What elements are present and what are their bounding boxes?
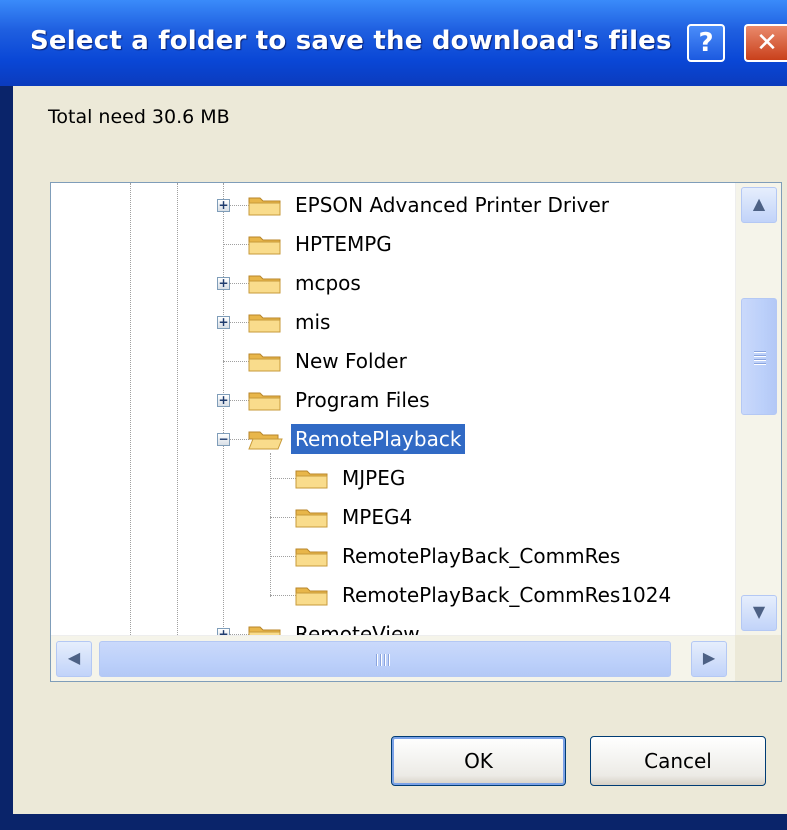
tree-item-label[interactable]: EPSON Advanced Printer Driver — [291, 190, 613, 220]
tree-item-label-selected[interactable]: RemotePlayback — [291, 424, 466, 454]
expand-toggle[interactable]: + — [217, 628, 230, 635]
tree-item-label[interactable]: RemotePlayBack_CommRes1024 — [338, 580, 675, 610]
folder-icon — [295, 548, 328, 567]
collapse-toggle[interactable]: − — [217, 433, 230, 446]
help-button[interactable]: ? — [687, 24, 725, 62]
cancel-button[interactable]: Cancel — [590, 736, 766, 786]
horizontal-scrollbar[interactable]: ◀ ▶ — [51, 635, 781, 681]
tree-connector — [270, 595, 296, 596]
folder-icon — [248, 626, 281, 635]
window-title: Select a folder to save the download's f… — [30, 26, 672, 56]
thumb-grip — [754, 359, 766, 361]
thumb-grip — [754, 363, 766, 365]
scrollbar-corner — [735, 635, 781, 681]
vertical-scrollbar[interactable]: ▲ ▼ — [735, 183, 781, 635]
tree-guide-line — [270, 453, 271, 597]
title-bar[interactable]: Select a folder to save the download's f… — [0, 0, 787, 86]
dialog-window: Select a folder to save the download's f… — [0, 0, 787, 830]
vertical-scroll-thumb[interactable] — [741, 298, 777, 415]
window-frame-left — [0, 86, 13, 830]
scroll-up-button[interactable]: ▲ — [741, 187, 777, 223]
thumb-grip — [754, 355, 766, 357]
total-need-label: Total need 30.6 MB — [48, 106, 230, 128]
thumb-grip — [754, 351, 766, 353]
expand-toggle[interactable]: + — [217, 394, 230, 407]
scroll-down-button[interactable]: ▼ — [741, 595, 777, 631]
folder-tree-content: + EPSON Advanced Printer Driver HPTEMPG … — [51, 183, 735, 635]
expand-toggle[interactable]: + — [217, 316, 230, 329]
tree-connector — [270, 556, 296, 557]
folder-open-icon — [248, 431, 283, 450]
tree-item-label[interactable]: HPTEMPG — [291, 229, 396, 259]
tree-connector — [223, 361, 249, 362]
tree-connector — [270, 517, 296, 518]
thumb-grip — [384, 654, 386, 666]
folder-icon — [248, 197, 281, 216]
tree-item-label[interactable]: MPEG4 — [338, 502, 416, 532]
ok-button[interactable]: OK — [391, 736, 566, 786]
scroll-left-button[interactable]: ◀ — [56, 641, 92, 677]
tree-guide-line — [130, 183, 131, 635]
folder-icon — [295, 587, 328, 606]
tree-connector — [270, 478, 296, 479]
window-frame-bottom — [0, 814, 787, 830]
expand-toggle[interactable]: + — [217, 199, 230, 212]
close-button[interactable]: ✕ — [744, 24, 787, 62]
folder-icon — [248, 392, 281, 411]
folder-icon — [248, 275, 281, 294]
scroll-right-button[interactable]: ▶ — [691, 641, 727, 677]
folder-icon — [295, 509, 328, 528]
expand-toggle[interactable]: + — [217, 277, 230, 290]
tree-connector — [223, 244, 249, 245]
dialog-body: Total need 30.6 MB + EPSON Advanced Prin… — [13, 86, 787, 814]
folder-icon — [248, 236, 281, 255]
tree-item-label[interactable]: RemotePlayBack_CommRes — [338, 541, 624, 571]
tree-item-label[interactable]: Program Files — [291, 385, 434, 415]
folder-tree[interactable]: + EPSON Advanced Printer Driver HPTEMPG … — [50, 182, 782, 682]
tree-guide-line — [177, 183, 178, 635]
folder-icon — [248, 314, 281, 333]
tree-item-label[interactable]: New Folder — [291, 346, 411, 376]
thumb-grip — [388, 654, 390, 666]
folder-icon — [248, 353, 281, 372]
thumb-grip — [380, 654, 382, 666]
tree-item-label[interactable]: mcpos — [291, 268, 365, 298]
tree-item-label[interactable]: mis — [291, 307, 334, 337]
tree-item-label[interactable]: RemoteView — [291, 619, 424, 635]
thumb-grip — [376, 654, 378, 666]
tree-guide-line — [223, 183, 224, 635]
folder-icon — [295, 470, 328, 489]
horizontal-scroll-thumb[interactable] — [99, 641, 671, 677]
tree-item-label[interactable]: MJPEG — [338, 463, 409, 493]
